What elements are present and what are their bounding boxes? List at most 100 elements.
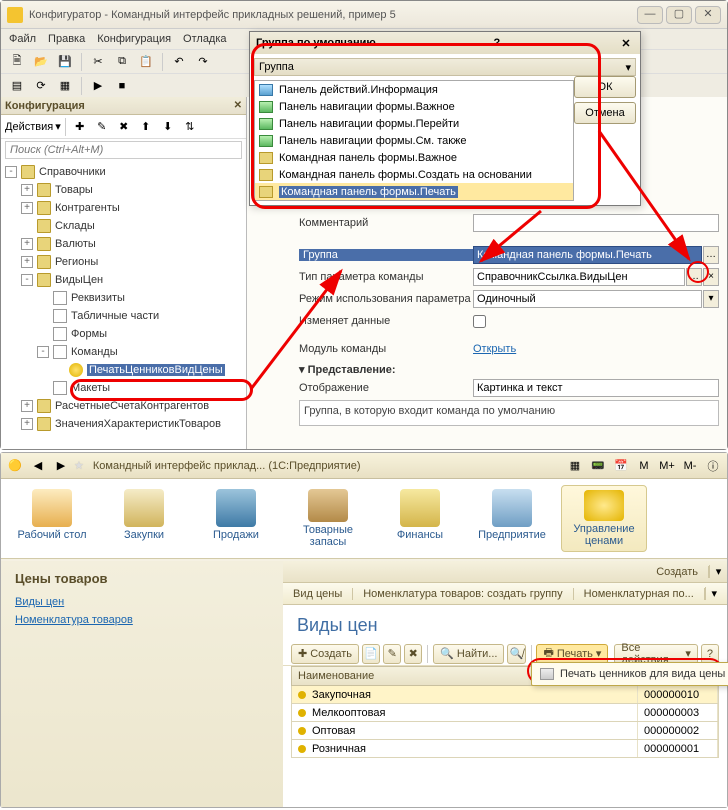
group-option[interactable]: Панель навигации формы.Важное bbox=[255, 98, 573, 115]
m-plus-icon[interactable]: M+ bbox=[657, 456, 677, 476]
expand-icon[interactable]: + bbox=[21, 184, 33, 196]
tree-row[interactable]: +Регионы bbox=[1, 253, 246, 271]
info-icon[interactable]: ⓘ bbox=[703, 456, 723, 476]
tree-row[interactable]: +ЗначенияХарактеристикТоваров bbox=[1, 415, 246, 433]
group-option[interactable]: Командная панель формы.Создать на основа… bbox=[255, 166, 573, 183]
add-icon[interactable]: ✚ bbox=[70, 117, 90, 137]
open-module-link[interactable]: Открыть bbox=[473, 343, 516, 355]
section-bld[interactable]: Предприятие bbox=[469, 485, 555, 552]
paste-icon[interactable]: 📋 bbox=[136, 52, 156, 72]
expand-icon[interactable]: - bbox=[37, 346, 49, 358]
create-more-dropdown[interactable]: ▾ bbox=[705, 587, 723, 600]
param-browse-button[interactable]: … bbox=[686, 268, 702, 286]
find-button[interactable]: 🔍 Найти... bbox=[433, 644, 504, 664]
cut-icon[interactable]: ✂ bbox=[88, 52, 108, 72]
group-browse-button[interactable]: … bbox=[703, 246, 719, 264]
group-option[interactable]: Панель действий.Информация bbox=[255, 81, 573, 98]
param-clear-button[interactable]: × bbox=[703, 268, 719, 286]
copy-button[interactable]: 📄 bbox=[362, 644, 380, 664]
run-icon[interactable]: ▶ bbox=[88, 76, 108, 96]
menu-config[interactable]: Конфигурация bbox=[97, 33, 171, 45]
group-option[interactable]: Панель навигации формы.См. также bbox=[255, 132, 573, 149]
tree-row[interactable]: Реквизиты bbox=[1, 289, 246, 307]
modifies-checkbox[interactable] bbox=[473, 315, 486, 328]
section-cash[interactable]: Продажи bbox=[193, 485, 279, 552]
expand-icon[interactable]: + bbox=[21, 256, 33, 268]
back-icon[interactable]: ◀ bbox=[28, 456, 48, 476]
calc-icon[interactable]: 📟 bbox=[588, 456, 608, 476]
menu-file[interactable]: Файл bbox=[9, 33, 36, 45]
m-minus-icon[interactable]: M- bbox=[680, 456, 700, 476]
expand-icon[interactable]: - bbox=[5, 166, 17, 178]
config-tree[interactable]: -Справочники+Товары+Контрагенты Склады+В… bbox=[1, 161, 246, 449]
section-coin[interactable]: Финансы bbox=[377, 485, 463, 552]
tree-row[interactable]: Формы bbox=[1, 325, 246, 343]
close-button[interactable]: ✕ bbox=[695, 6, 721, 24]
expand-icon[interactable]: + bbox=[21, 238, 33, 250]
expand-icon[interactable]: - bbox=[21, 274, 33, 286]
edit-button[interactable]: ✎ bbox=[383, 644, 401, 664]
redo-icon[interactable]: ↷ bbox=[193, 52, 213, 72]
undo-icon[interactable]: ↶ bbox=[169, 52, 189, 72]
tree-row[interactable]: Макеты bbox=[1, 379, 246, 397]
maximize-button[interactable]: ▢ bbox=[666, 6, 692, 24]
cancel-button[interactable]: Отмена bbox=[574, 102, 636, 124]
stop-icon[interactable]: ■ bbox=[112, 76, 132, 96]
open-icon[interactable]: 📂 bbox=[31, 52, 51, 72]
save-icon[interactable]: 💾 bbox=[55, 52, 75, 72]
table-row[interactable]: Закупочная000000010 bbox=[291, 686, 719, 704]
chevron-down-icon[interactable]: ▾ bbox=[55, 120, 61, 133]
up-icon[interactable]: ⬆ bbox=[136, 117, 156, 137]
section-bag[interactable]: Закупки bbox=[101, 485, 187, 552]
tree-icon[interactable]: ▤ bbox=[7, 76, 27, 96]
delete-button[interactable]: ✖ bbox=[404, 644, 422, 664]
down-icon[interactable]: ⬇ bbox=[158, 117, 178, 137]
section-desk[interactable]: Рабочий стол bbox=[9, 485, 95, 552]
table-row[interactable]: Оптовая000000002 bbox=[291, 722, 719, 740]
ok-button[interactable]: ОК bbox=[574, 76, 636, 98]
create-item[interactable]: Номенклатурная по... bbox=[574, 588, 705, 600]
refresh-icon[interactable]: ⟳ bbox=[31, 76, 51, 96]
create-button[interactable]: ✚ Создать bbox=[291, 644, 359, 664]
tree-row[interactable]: +Контрагенты bbox=[1, 199, 246, 217]
group-value[interactable]: Командная панель формы.Печать bbox=[473, 246, 702, 264]
grid-icon[interactable]: ▦ bbox=[565, 456, 585, 476]
panel-close-icon[interactable]: ✕ bbox=[234, 100, 242, 111]
calendar-icon[interactable]: 📅 bbox=[611, 456, 631, 476]
clear-find-button[interactable]: 🔍̸ bbox=[507, 644, 525, 664]
print-button[interactable]: 🖶 Печать ▾ bbox=[536, 644, 608, 664]
usage-dropdown-button[interactable]: ▾ bbox=[703, 290, 719, 308]
group-option[interactable]: Командная панель формы.Важное bbox=[255, 149, 573, 166]
search-input[interactable] bbox=[5, 141, 242, 159]
nav-link-goods-nomenclature[interactable]: Номенклатура товаров bbox=[15, 614, 269, 626]
favorite-icon[interactable]: ★ bbox=[74, 459, 84, 472]
menu-edit[interactable]: Правка bbox=[48, 33, 85, 45]
comment-input[interactable] bbox=[473, 214, 719, 232]
sort-icon[interactable]: ⇅ bbox=[180, 117, 200, 137]
group-option[interactable]: Панель навигации формы.Перейти bbox=[255, 115, 573, 132]
popup-close-icon[interactable]: ✕ bbox=[618, 37, 634, 50]
filter-icon[interactable]: ▦ bbox=[55, 76, 75, 96]
tree-row[interactable]: -Справочники bbox=[1, 163, 246, 181]
delete-icon[interactable]: ✖ bbox=[114, 117, 134, 137]
tree-row[interactable]: Склады bbox=[1, 217, 246, 235]
forward-icon[interactable]: ▶ bbox=[51, 456, 71, 476]
expand-icon[interactable]: + bbox=[21, 202, 33, 214]
table-row[interactable]: Розничная000000001 bbox=[291, 740, 719, 758]
create-item[interactable]: Номенклатура товаров: создать группу bbox=[353, 588, 573, 600]
help-button[interactable]: ? bbox=[701, 644, 719, 664]
m-icon[interactable]: M bbox=[634, 456, 654, 476]
section-box[interactable]: Товарные запасы bbox=[285, 485, 371, 552]
usage-value[interactable]: Одиночный bbox=[473, 290, 702, 308]
tree-row[interactable]: -ВидыЦен bbox=[1, 271, 246, 289]
print-menu-item[interactable]: Печать ценников для вида цены bbox=[534, 665, 728, 683]
tree-row[interactable]: +Валюты bbox=[1, 235, 246, 253]
copy-icon[interactable]: ⧉ bbox=[112, 52, 132, 72]
group-option[interactable]: Командная панель формы.Печать bbox=[255, 183, 573, 200]
display-value[interactable]: Картинка и текст bbox=[473, 379, 719, 397]
tree-row[interactable]: ПечатьЦенниковВидЦены bbox=[1, 361, 246, 379]
section-gold[interactable]: Управление ценами bbox=[561, 485, 647, 552]
table-row[interactable]: Мелкооптовая000000003 bbox=[291, 704, 719, 722]
create-item[interactable]: Вид цены bbox=[283, 588, 353, 600]
param-type-value[interactable]: СправочникСсылка.ВидыЦен bbox=[473, 268, 685, 286]
